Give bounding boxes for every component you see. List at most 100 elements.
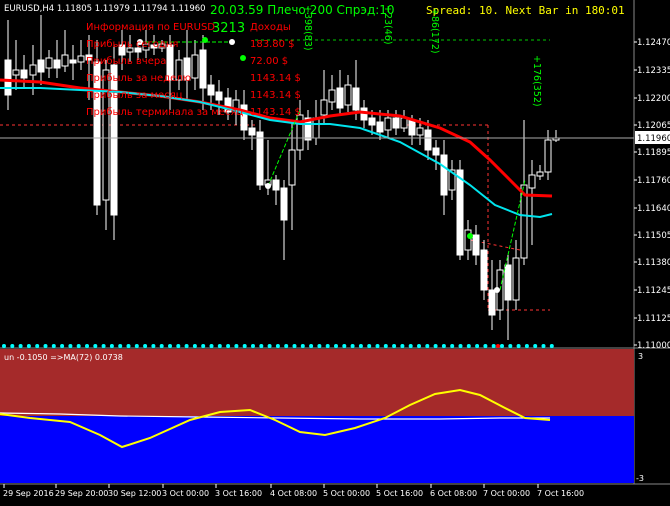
candle-body (312, 117, 320, 139)
bar-dot (109, 344, 114, 348)
price-tick-label: 1.11380 (637, 258, 670, 268)
time-tick-label: 5 Oct 00:00 (323, 489, 370, 498)
candle-body (392, 117, 400, 129)
bar-dot (441, 344, 446, 348)
price-tick-label: 1.11640 (637, 204, 670, 214)
candle-body (488, 289, 496, 316)
bar-dot (275, 344, 280, 348)
candle-body (248, 127, 256, 136)
candle-body (336, 87, 344, 109)
candle-body (512, 257, 520, 301)
spread-next-bar-text: Spread: 10. Next Bar in 180:01 (426, 4, 625, 17)
bar-dot (508, 344, 513, 348)
bar-dot (159, 344, 164, 348)
bar-dot (284, 344, 289, 348)
time-tick-label: 7 Oct 16:00 (537, 489, 584, 498)
candle-body (4, 59, 12, 96)
bar-dot (524, 344, 529, 348)
bar-dot (392, 344, 397, 348)
candle-body (504, 264, 512, 301)
price-tick-label: 1.11000 (637, 341, 670, 351)
candle-body (29, 64, 37, 76)
candle-body (344, 84, 352, 106)
candle-body (110, 64, 118, 216)
bar-dot (425, 344, 430, 348)
indicator-scale-bottom: -3 (636, 474, 644, 483)
trade-marker (229, 39, 235, 45)
bar-dot (483, 344, 488, 348)
bar-dot (51, 344, 56, 348)
price-axis[interactable]: 1.12470 1.12335 1.12200 1.12065 1.11895 1.117… (634, 38, 670, 351)
bar-dot (267, 344, 272, 348)
price-tick-label: 1.11245 (637, 286, 670, 296)
info-line-label: Прибыль вчера (86, 56, 166, 67)
bar-dot (496, 344, 500, 348)
bar-dot (475, 344, 480, 348)
candle-body (376, 121, 384, 133)
chart-window[interactable]: 1.12470 1.12335 1.12200 1.12065 1.11895 1.117… (0, 0, 670, 502)
trade-marker (467, 233, 473, 239)
symbol-title: EURUSD,H4 1.11805 1.11979 1.11794 1.1196… (4, 4, 206, 14)
candle-body (53, 59, 61, 69)
bar-dot (375, 344, 380, 348)
price-tick-label: 1.11125 (637, 314, 670, 324)
bar-dot (234, 344, 239, 348)
candle-body (272, 179, 280, 191)
bar-dot (176, 344, 181, 348)
bar-dot (516, 344, 521, 348)
price-tick-label: 1.11895 (637, 148, 670, 158)
bar-dot (450, 344, 455, 348)
bar-dot (242, 344, 247, 348)
candle-body (400, 117, 408, 129)
bar-dot (10, 344, 15, 348)
indicator-label: un -0.1050 =>MA(72) 0.0738 (4, 353, 123, 362)
candle-body (77, 55, 85, 63)
bar-dot (126, 344, 131, 348)
bar-dot (101, 344, 106, 348)
bar-dot (226, 344, 231, 348)
candle-body (69, 59, 77, 64)
bar-dot (383, 344, 388, 348)
candle-body (199, 49, 207, 89)
bar-dot (68, 344, 73, 348)
bar-dot (184, 344, 189, 348)
info-line-label: Прибыль за месяц (86, 90, 183, 101)
info-line-value: 72.00 $ (250, 56, 288, 67)
time-axis[interactable]: 29 Sep 2016 29 Sep 20:00 30 Sep 12:00 3 Oct… (3, 484, 584, 498)
bar-dot (334, 344, 338, 348)
bar-dot (35, 344, 40, 348)
candle-body (352, 87, 360, 111)
trade-profit-label: +398(83) (302, 5, 313, 51)
bar-dot (325, 344, 330, 348)
candle-body (456, 169, 464, 256)
info-line-label: Прибыль за неделю (86, 73, 191, 84)
bar-dot (500, 344, 504, 348)
candle-body (464, 229, 472, 251)
price-tick-label: 1.12200 (637, 94, 670, 104)
candle-body (215, 91, 223, 101)
time-tick-label: 4 Oct 08:00 (270, 489, 317, 498)
bar-dot (417, 344, 421, 348)
candle-body (191, 54, 199, 79)
time-tick-label: 6 Oct 08:00 (430, 489, 477, 498)
candle-body (37, 59, 45, 73)
trade-marker (265, 183, 271, 189)
indicator-negative-area (0, 416, 634, 483)
candle-body (288, 149, 296, 186)
bar-dot (209, 344, 214, 348)
trade-marker (494, 287, 500, 293)
candle-body (472, 234, 480, 256)
candle-body (416, 127, 424, 136)
bar-dot (458, 344, 463, 348)
bar-dot (192, 344, 197, 348)
candle-body (408, 119, 416, 136)
bar-dot (85, 344, 89, 348)
trade-marker (240, 55, 246, 61)
indicator-scale-top: 3 (638, 352, 643, 361)
bar-dot (433, 344, 438, 348)
candle-body (12, 69, 20, 76)
candle-body (536, 171, 544, 177)
bar-dot (350, 344, 355, 348)
price-chart[interactable]: 1.12470 1.12335 1.12200 1.12065 1.11895 1.117… (0, 0, 670, 502)
candle-body (528, 174, 536, 189)
